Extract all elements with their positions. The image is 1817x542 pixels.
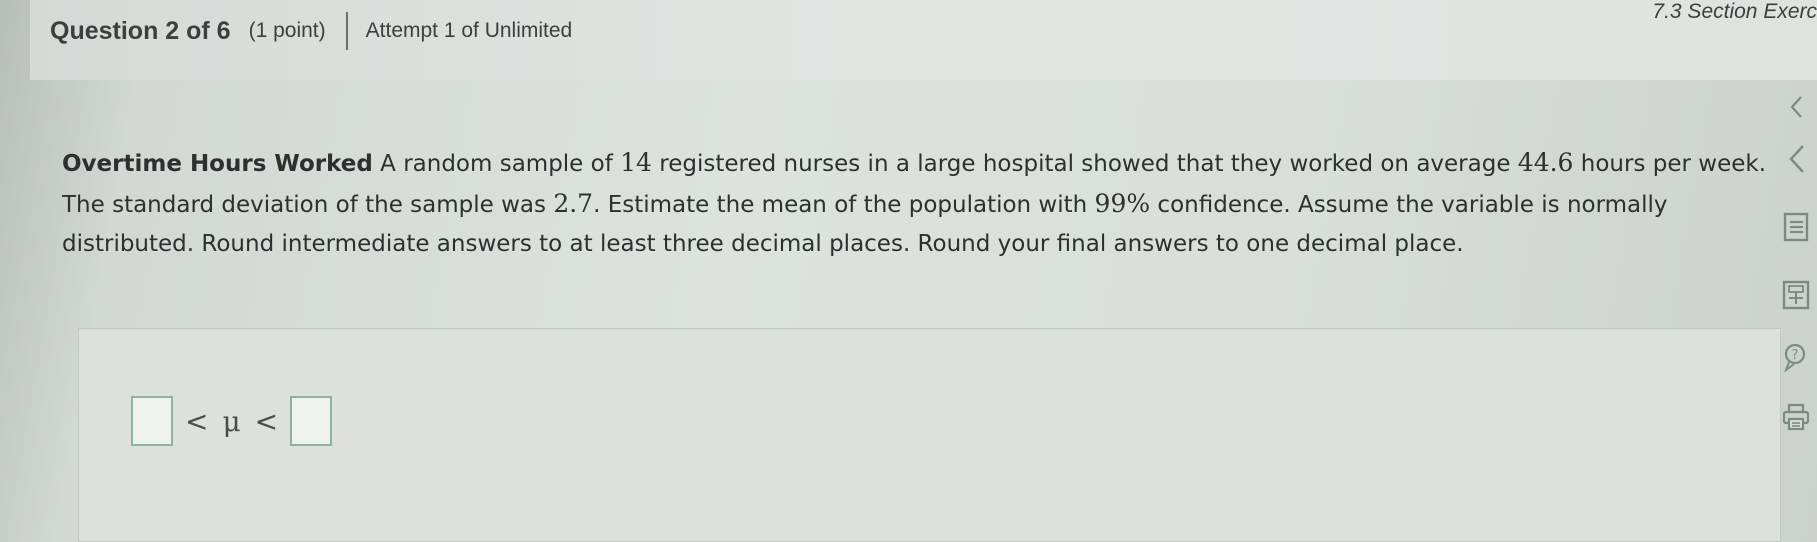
section-title: 7.3 Section Exerc [1652, 0, 1817, 23]
question-text-part: A random sample of [372, 151, 621, 177]
chevron-left-icon[interactable] [1779, 142, 1813, 176]
page: Question 2 of 6 (1 point) Attempt 1 of U… [0, 0, 1817, 542]
sample-std-dev: 2.7 [553, 189, 594, 218]
question-text-part: . Estimate the mean of the population wi… [593, 192, 1095, 218]
sample-mean: 44.6 [1517, 148, 1574, 177]
chevron-left-icon[interactable] [1779, 90, 1813, 124]
header-divider [345, 12, 348, 50]
question-number: Question 2 of 6 [50, 16, 231, 45]
question-header: Question 2 of 6 (1 point) Attempt 1 of U… [30, 0, 1817, 80]
confidence-interval-row: < μ < [131, 396, 333, 446]
attempt-counter: Attempt 1 of Unlimited [365, 19, 573, 42]
list-icon[interactable] [1779, 210, 1813, 244]
less-than-symbol: < [185, 404, 209, 438]
calculator-icon[interactable] [1779, 278, 1813, 312]
upper-bound-input[interactable] [290, 396, 333, 446]
confidence-level: 99% [1094, 189, 1151, 218]
question-topic: Overtime Hours Worked [62, 151, 373, 177]
print-icon[interactable] [1779, 400, 1813, 434]
question-text: Overtime Hours Worked A random sample of… [62, 143, 1774, 264]
answer-panel: < μ < [78, 328, 1781, 542]
less-than-symbol: < [254, 404, 279, 438]
sample-size: 14 [620, 148, 652, 177]
side-toolbar: ? [1777, 90, 1817, 542]
svg-text:?: ? [1792, 348, 1799, 363]
mu-symbol: μ [222, 404, 241, 438]
question-points: (1 point) [248, 19, 326, 42]
help-icon[interactable]: ? [1779, 340, 1813, 374]
question-text-part: registered nurses in a large hospital sh… [651, 151, 1518, 177]
question-meta: Question 2 of 6 (1 point) Attempt 1 of U… [50, 12, 573, 50]
lower-bound-input[interactable] [131, 396, 173, 446]
